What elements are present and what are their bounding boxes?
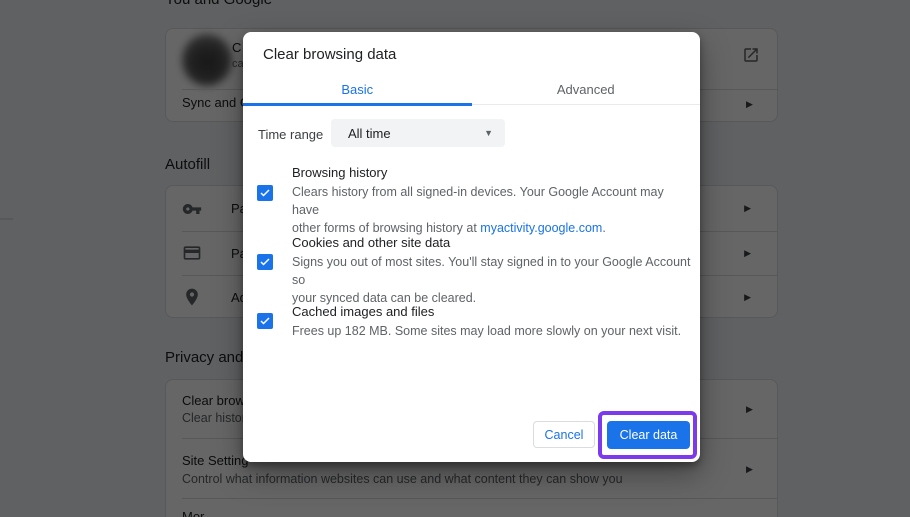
checkmark-icon [259, 315, 271, 327]
checkbox-title: Cookies and other site data [292, 234, 694, 251]
tab-advanced[interactable]: Advanced [472, 75, 701, 104]
checkmark-icon [259, 256, 271, 268]
myactivity-link[interactable]: myactivity.google.com [480, 221, 602, 235]
checkbox-row-cached-images: Cached images and files Frees up 182 MB.… [243, 303, 700, 340]
description-text: Clears history from all signed-in device… [292, 185, 664, 235]
tab-label: Advanced [557, 82, 615, 97]
cancel-button[interactable]: Cancel [533, 421, 595, 448]
checkmark-icon [259, 187, 271, 199]
clear-data-button[interactable]: Clear data [607, 421, 690, 449]
time-range-value: All time [348, 126, 484, 141]
dialog-tabs: Basic Advanced [243, 75, 700, 105]
cached-images-checkbox[interactable] [257, 313, 273, 329]
dropdown-arrow-icon: ▼ [484, 128, 493, 138]
clear-browsing-data-dialog: Clear browsing data Basic Advanced Time … [243, 32, 700, 462]
time-range-select[interactable]: All time ▼ [331, 119, 505, 147]
tab-label: Basic [341, 82, 373, 97]
checkbox-title: Cached images and files [292, 303, 694, 320]
checkbox-description: Frees up 182 MB. Some sites may load mor… [292, 322, 694, 340]
checkbox-row-cookies: Cookies and other site data Signs you ou… [243, 234, 700, 307]
time-range-label: Time range [258, 127, 323, 142]
dialog-title: Clear browsing data [263, 45, 396, 65]
checkbox-description: Signs you out of most sites. You'll stay… [292, 253, 694, 307]
checkbox-row-browsing-history: Browsing history Clears history from all… [243, 164, 700, 237]
tab-basic[interactable]: Basic [243, 75, 472, 104]
checkbox-description: Clears history from all signed-in device… [292, 183, 694, 237]
browsing-history-checkbox[interactable] [257, 185, 273, 201]
cookies-checkbox[interactable] [257, 254, 273, 270]
checkbox-title: Browsing history [292, 164, 694, 181]
description-text: . [602, 221, 605, 235]
chrome-settings-page: You and Google C ca Sync and G ▶ Autofil… [0, 0, 910, 517]
